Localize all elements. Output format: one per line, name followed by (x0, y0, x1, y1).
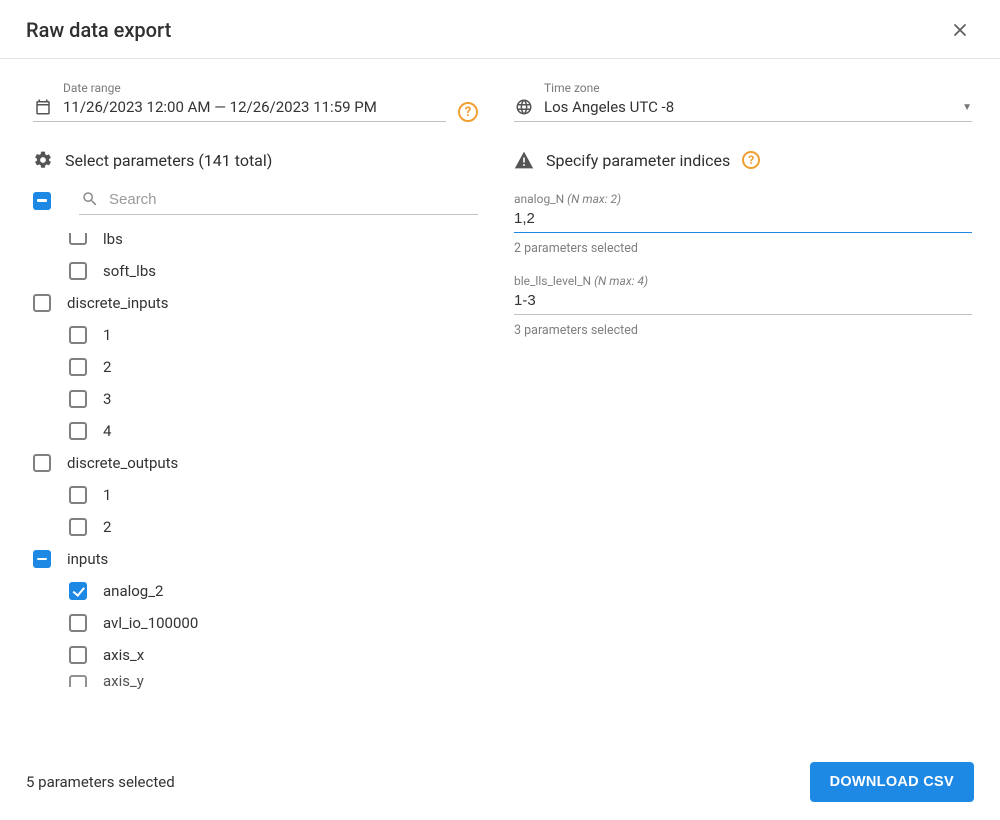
search-icon (81, 190, 99, 208)
tree-item-label: soft_lbs (103, 262, 156, 280)
tree-item-label: 1 (103, 486, 111, 504)
tree-root-checkbox[interactable] (33, 192, 51, 210)
date-range-field[interactable]: Date range 11/26/2023 12:00 AM — 12/26/2… (33, 81, 446, 122)
tree-group[interactable]: discrete_outputs (33, 447, 452, 479)
checkbox[interactable] (69, 675, 87, 687)
timezone-field[interactable]: Time zone Los Angeles UTC -8 ▼ (514, 81, 972, 122)
help-icon[interactable]: ? (458, 102, 478, 122)
dialog-footer: 5 parameters selected DOWNLOAD CSV (0, 744, 1000, 820)
tree-item[interactable]: lbs (33, 223, 452, 255)
dialog-title: Raw data export (26, 18, 171, 42)
checkbox[interactable] (69, 582, 87, 600)
download-csv-button[interactable]: DOWNLOAD CSV (810, 762, 974, 802)
tree-item-label: discrete_outputs (67, 454, 178, 472)
tree-item[interactable]: 2 (33, 351, 452, 383)
tree-item-label: analog_2 (103, 582, 163, 600)
tree-item[interactable]: axis_x (33, 639, 452, 671)
close-button[interactable] (946, 16, 974, 44)
checkbox[interactable] (69, 326, 87, 344)
index-field: ble_lls_level_N (N max: 4) 3 parameters s… (514, 274, 972, 338)
warning-icon (514, 150, 534, 170)
indices-heading-text: Specify parameter indices (546, 151, 730, 170)
tree-item-label: 1 (103, 326, 111, 344)
tree-item-label: 2 (103, 358, 111, 376)
checkbox[interactable] (69, 518, 87, 536)
date-range-value: 11/26/2023 12:00 AM — 12/26/2023 11:59 P… (63, 98, 446, 116)
search-field[interactable] (79, 186, 478, 215)
select-parameters-text: Select parameters (141 total) (65, 151, 272, 170)
left-column: Date range 11/26/2023 12:00 AM — 12/26/2… (33, 81, 478, 744)
globe-icon (514, 97, 534, 117)
tree-item-label: lbs (103, 230, 123, 248)
export-dialog: Raw data export Date range 11/26/2023 12… (0, 0, 1000, 820)
checkbox[interactable] (69, 614, 87, 632)
select-parameters-heading: Select parameters (141 total) (33, 150, 478, 170)
index-label: analog_N (N max: 2) (514, 192, 972, 206)
tree-item-label: 4 (103, 422, 111, 440)
parameter-tree[interactable]: lbs soft_lbs discrete_inputs 1 2 3 4 discrete_o… (33, 221, 478, 744)
tree-item[interactable]: analog_2 (33, 575, 452, 607)
tree-group[interactable]: discrete_inputs (33, 287, 452, 319)
tree-item[interactable]: axis_y (33, 671, 452, 691)
right-column: Time zone Los Angeles UTC -8 ▼ Specify p… (478, 81, 972, 744)
timezone-label: Time zone (544, 81, 972, 95)
checkbox[interactable] (69, 486, 87, 504)
checkbox[interactable] (33, 294, 51, 312)
checkbox[interactable] (69, 233, 87, 245)
index-input[interactable] (514, 288, 972, 315)
tree-item-label: axis_x (103, 646, 144, 664)
close-icon (952, 22, 968, 38)
dialog-header: Raw data export (0, 0, 1000, 59)
checkbox[interactable] (33, 550, 51, 568)
tree-item-label: discrete_inputs (67, 294, 169, 312)
search-input[interactable] (109, 191, 476, 208)
date-range-label: Date range (63, 81, 446, 95)
calendar-icon (33, 97, 53, 117)
checkbox[interactable] (69, 646, 87, 664)
chevron-down-icon: ▼ (962, 102, 972, 113)
tree-item-label: 3 (103, 390, 111, 408)
footer-status: 5 parameters selected (26, 773, 175, 791)
index-status: 2 parameters selected (514, 241, 972, 256)
tree-item-label: inputs (67, 550, 108, 568)
tree-item[interactable]: 2 (33, 511, 452, 543)
gear-icon (33, 150, 53, 170)
dialog-content: Date range 11/26/2023 12:00 AM — 12/26/2… (0, 59, 1000, 744)
index-label: ble_lls_level_N (N max: 4) (514, 274, 972, 288)
index-input[interactable] (514, 206, 972, 233)
indices-heading: Specify parameter indices ? (514, 150, 972, 170)
tree-item-label: avl_io_100000 (103, 614, 198, 632)
tree-item[interactable]: 4 (33, 415, 452, 447)
tree-group[interactable]: inputs (33, 543, 452, 575)
checkbox[interactable] (69, 262, 87, 280)
checkbox[interactable] (69, 422, 87, 440)
checkbox[interactable] (69, 390, 87, 408)
tree-item[interactable]: 1 (33, 319, 452, 351)
index-field: analog_N (N max: 2) 2 parameters selected (514, 192, 972, 256)
tree-item[interactable]: 3 (33, 383, 452, 415)
help-icon[interactable]: ? (742, 151, 760, 169)
checkbox[interactable] (69, 358, 87, 376)
tree-item-label: axis_y (103, 672, 144, 690)
timezone-value: Los Angeles UTC -8 (544, 98, 952, 116)
index-status: 3 parameters selected (514, 323, 972, 338)
tree-item[interactable]: 1 (33, 479, 452, 511)
tree-item-label: 2 (103, 518, 111, 536)
tree-root-row (33, 174, 478, 221)
checkbox[interactable] (33, 454, 51, 472)
tree-item[interactable]: soft_lbs (33, 255, 452, 287)
tree-item[interactable]: avl_io_100000 (33, 607, 452, 639)
